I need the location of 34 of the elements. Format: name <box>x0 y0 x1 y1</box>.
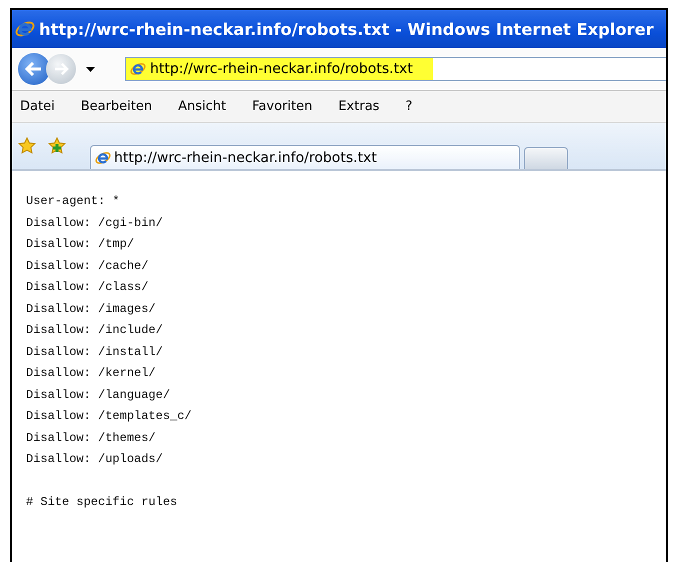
text-line: Disallow: /install/ <box>26 344 164 360</box>
address-field[interactable]: http://wrc-rhein-neckar.info/robots.txt <box>125 57 666 81</box>
text-line: Disallow: /language/ <box>26 386 172 404</box>
text-line: Disallow: /kernel/ <box>26 365 157 382</box>
page-icon <box>130 61 146 77</box>
page-icon <box>95 150 111 166</box>
menu-item[interactable]: Favoriten <box>252 99 312 114</box>
menu-item[interactable]: ? <box>405 99 412 114</box>
star-icon[interactable] <box>18 137 36 155</box>
text-line: Disallow: /images/ <box>26 300 157 318</box>
address-text: http://wrc-rhein-neckar.info/robots.txt <box>150 61 413 77</box>
new-tab-button[interactable] <box>524 147 568 169</box>
text-line: # Site specific rules <box>26 494 178 511</box>
text-line: Disallow: /tmp/ <box>26 236 136 253</box>
text-line: User-agent: * <box>26 193 121 210</box>
menu-item[interactable]: Bearbeiten <box>80 99 152 114</box>
star-plus-icon[interactable] <box>48 137 66 155</box>
text-line: Disallow: /uploads/ <box>26 451 164 468</box>
text-line: Disallow: /cgi-bin/ <box>26 214 164 232</box>
right-arrow-icon <box>53 63 69 75</box>
menu-item[interactable]: Extras <box>338 99 380 114</box>
text-line: Disallow: /class/ <box>26 279 150 296</box>
browser-tab[interactable]: http://wrc-rhein-neckar.info/robots.txt <box>90 145 520 169</box>
text-line: Disallow: /cache/ <box>26 258 150 274</box>
window-title: http://wrc-rhein-neckar.info/robots.txt - Windows Internet Explorer <box>39 20 654 38</box>
forward-button[interactable] <box>46 54 76 84</box>
left-arrow-icon <box>25 62 43 76</box>
text-line: Disallow: /themes/ <box>26 430 157 446</box>
menu-item[interactable]: Ansicht <box>178 99 226 114</box>
back-button[interactable] <box>18 53 50 85</box>
text-line: Disallow: /include/ <box>26 322 164 339</box>
menu-item[interactable]: Datei <box>20 99 55 114</box>
text-line: Disallow: /templates_c/ <box>26 408 193 425</box>
browser-logo-icon <box>15 19 35 39</box>
